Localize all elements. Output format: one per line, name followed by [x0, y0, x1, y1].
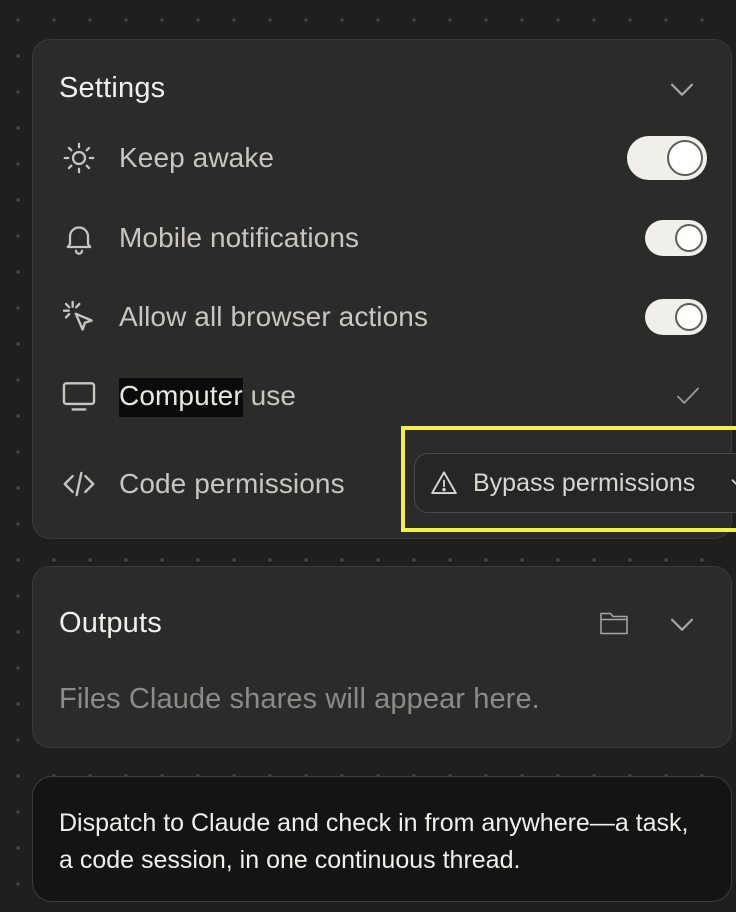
setting-row-code-permissions: Code permissions [59, 454, 345, 514]
sun-icon [59, 138, 99, 178]
monitor-icon [59, 376, 99, 416]
setting-row-mobile-notifications: Mobile notifications [59, 208, 707, 268]
outputs-panel: Outputs Files Claude shares will appear … [32, 566, 732, 748]
code-permissions-select[interactable]: Bypass permissions [414, 453, 736, 513]
warning-icon [431, 471, 457, 494]
setting-row-browser-actions: Allow all browser actions [59, 287, 707, 347]
code-permissions-label: Code permissions [119, 468, 345, 499]
keep-awake-toggle[interactable] [627, 136, 707, 180]
computer-use-label: Computer use [119, 378, 297, 417]
bell-icon [59, 218, 99, 258]
mobile-notifications-toggle[interactable] [645, 220, 707, 256]
toggle-knob [675, 224, 703, 252]
browser-actions-toggle[interactable] [645, 299, 707, 335]
promo-text: Dispatch to Claude and check in from any… [59, 809, 689, 874]
dispatch-promo-card: Dispatch to Claude and check in from any… [32, 776, 732, 902]
toggle-knob [675, 303, 703, 331]
chevron-down-icon [731, 479, 736, 486]
setting-row-keep-awake: Keep awake [59, 128, 707, 188]
computer-use-highlighted-text: Computer [119, 378, 243, 417]
code-permissions-value: Bypass permissions [473, 468, 696, 497]
browser-actions-label: Allow all browser actions [119, 301, 429, 332]
settings-title: Settings [59, 72, 166, 104]
toggle-knob [667, 140, 703, 176]
setting-row-computer-use[interactable]: Computer use [59, 366, 707, 426]
chevron-down-icon[interactable] [665, 72, 699, 106]
computer-use-label-rest: use [242, 380, 297, 411]
outputs-title: Outputs [59, 607, 162, 639]
code-icon [59, 464, 99, 504]
keep-awake-label: Keep awake [119, 142, 275, 173]
outputs-empty-text: Files Claude shares will appear here. [59, 683, 540, 715]
cursor-click-icon [59, 297, 99, 337]
mobile-notifications-label: Mobile notifications [119, 222, 360, 253]
folder-icon[interactable] [599, 611, 629, 637]
chevron-down-icon[interactable] [665, 607, 699, 641]
checkmark-icon [677, 387, 699, 404]
